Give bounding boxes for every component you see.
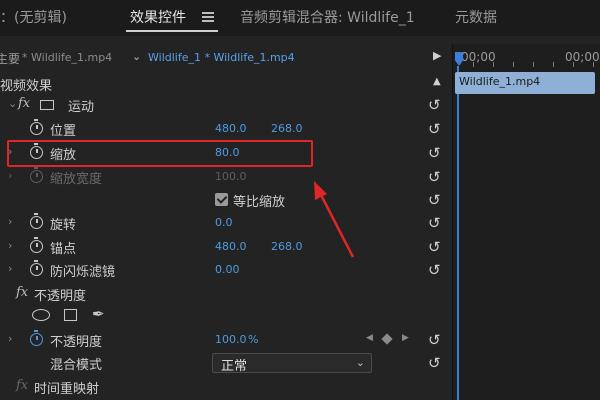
time-ruler[interactable]: 00;00 00;00 — [453, 44, 600, 68]
ruler-tick — [513, 62, 514, 67]
timeline-clip-name: Wildlife_1.mp4 — [459, 75, 541, 88]
time-end-label: 00;00 — [565, 50, 600, 64]
playhead-line — [457, 66, 459, 400]
ruler-tick — [473, 62, 474, 67]
ruler-tick — [593, 62, 594, 67]
ruler-tick — [533, 62, 534, 67]
effect-timeline[interactable]: 00;00 00;00 Wildlife_1.mp4 — [452, 44, 600, 400]
ruler-tick — [573, 62, 574, 67]
time-start-label: 00;00 — [461, 50, 496, 64]
timeline-clip[interactable]: Wildlife_1.mp4 — [455, 72, 595, 94]
ruler-tick — [493, 62, 494, 67]
ruler-tick — [553, 62, 554, 67]
